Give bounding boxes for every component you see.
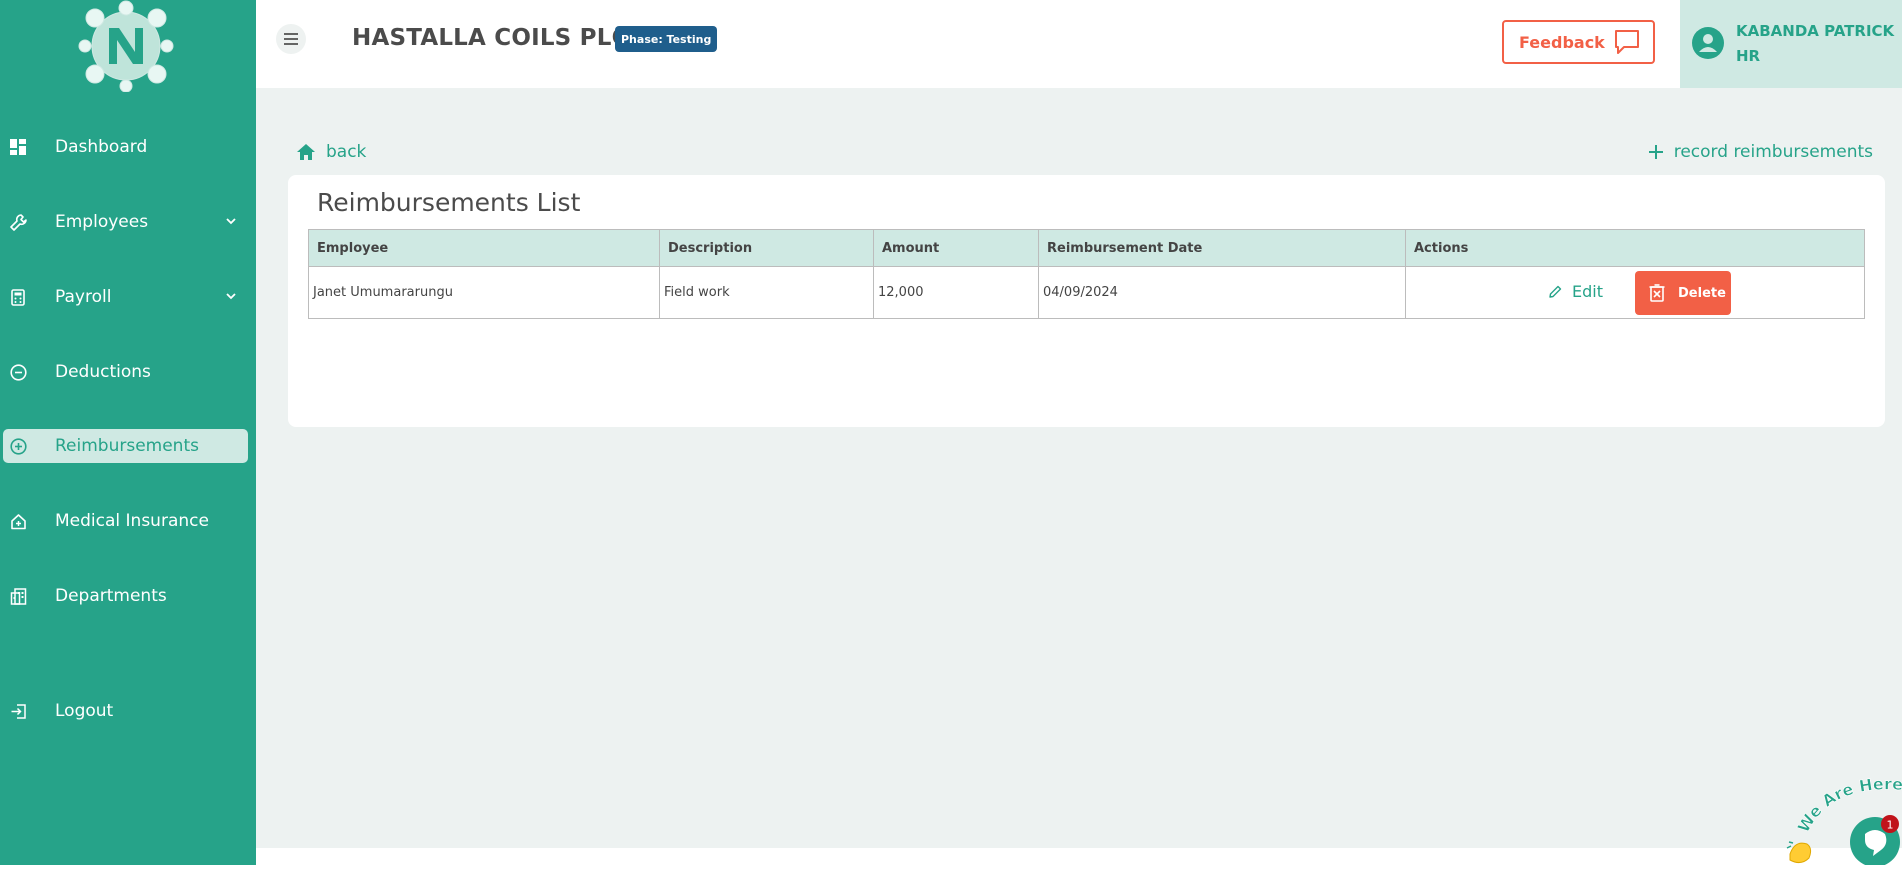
phase-badge: Phase: Testing: [615, 26, 718, 52]
sidebar-item-label: Payroll: [55, 287, 112, 307]
user-name: KABANDA PATRICK: [1736, 22, 1895, 40]
company-logo: [78, 0, 174, 92]
notification-count: 1: [1887, 819, 1894, 832]
user-profile[interactable]: KABANDA PATRICK HR: [1680, 0, 1902, 88]
plus-icon: [1648, 145, 1663, 159]
sidebar-item-medical-insurance[interactable]: Medical Insurance: [3, 504, 248, 538]
sidebar-item-label: Dashboard: [55, 137, 148, 157]
chat-bubble-icon: [1615, 30, 1639, 54]
sidebar-item-reimbursements[interactable]: Reimbursements: [3, 429, 248, 463]
edit-button[interactable]: Edit: [1548, 282, 1603, 301]
hamburger-icon: [284, 33, 298, 45]
logout-icon: [9, 702, 27, 720]
wrench-icon: [9, 213, 27, 231]
home-icon: [297, 144, 315, 160]
column-header-description: Description: [659, 229, 874, 267]
sidebar-item-label: Logout: [55, 701, 114, 721]
sidebar-item-payroll[interactable]: Payroll: [3, 280, 248, 314]
table-header-row: Employee Description Amount Reimbursemen…: [308, 229, 1865, 267]
sidebar-item-departments[interactable]: Departments: [3, 579, 248, 613]
back-label: back: [326, 142, 367, 162]
sidebar-item-label: Employees: [55, 212, 149, 232]
sidebar-item-employees[interactable]: Employees: [3, 205, 248, 239]
chevron-down-icon: [226, 218, 236, 225]
cell-date: 04/09/2024: [1038, 266, 1406, 319]
column-header-amount: Amount: [873, 229, 1039, 267]
column-header-employee: Employee: [308, 229, 660, 267]
minus-circle-icon: [9, 363, 27, 381]
user-avatar-icon: [1692, 27, 1724, 59]
calculator-icon: [9, 288, 27, 306]
building-icon: [9, 587, 27, 605]
column-header-date: Reimbursement Date: [1038, 229, 1406, 267]
cell-employee: Janet Umumararungu: [308, 266, 660, 319]
trash-icon: [1649, 284, 1665, 302]
delete-label: Delete: [1678, 285, 1726, 301]
sidebar-item-logout[interactable]: Logout: [3, 694, 248, 728]
sidebar-item-dashboard[interactable]: Dashboard: [3, 130, 248, 164]
table-row: Janet Umumararungu Field work 12,000 04/…: [308, 266, 1865, 319]
record-reimbursements-link[interactable]: record reimbursements: [1648, 142, 1873, 162]
grid-icon: [9, 138, 27, 156]
waving-hand-icon: [1786, 841, 1812, 864]
footer-strip: [256, 848, 1902, 865]
column-header-actions: Actions: [1405, 229, 1865, 267]
reimbursements-table: Employee Description Amount Reimbursemen…: [308, 229, 1865, 319]
chat-widget[interactable]: We Are Here! 1: [1781, 761, 1902, 867]
sidebar-item-label: Reimbursements: [55, 436, 199, 456]
edit-label: Edit: [1572, 282, 1603, 301]
cell-description: Field work: [659, 266, 874, 319]
cell-amount: 12,000: [873, 266, 1039, 319]
menu-toggle-button[interactable]: [276, 24, 306, 54]
record-label: record reimbursements: [1673, 142, 1873, 162]
delete-button[interactable]: Delete: [1635, 271, 1731, 315]
sidebar: Dashboard Employees Payroll Deductions R…: [0, 0, 256, 865]
company-name: HASTALLA COILS PLC: [352, 25, 629, 51]
main-content: back record reimbursements Reimbursement…: [256, 88, 1902, 848]
top-header: HASTALLA COILS PLC Phase: Testing Feedba…: [256, 0, 1902, 88]
feedback-label: Feedback: [1519, 32, 1605, 52]
sidebar-item-label: Deductions: [55, 362, 151, 382]
page-title: Reimbursements List: [317, 188, 581, 217]
user-role: HR: [1736, 47, 1761, 65]
pencil-icon: [1549, 285, 1562, 298]
reimbursements-card: Reimbursements List Employee Description…: [288, 175, 1885, 427]
home-plus-icon: [9, 512, 27, 530]
sidebar-item-deductions[interactable]: Deductions: [3, 355, 248, 389]
cell-actions: Edit Delete: [1405, 266, 1865, 319]
feedback-button[interactable]: Feedback: [1502, 20, 1655, 64]
chevron-down-icon: [226, 293, 236, 300]
sidebar-item-label: Medical Insurance: [55, 511, 209, 531]
notification-badge: 1: [1881, 815, 1899, 833]
plus-circle-icon: [9, 437, 27, 455]
sidebar-item-label: Departments: [55, 586, 167, 606]
back-link[interactable]: back: [296, 142, 366, 162]
